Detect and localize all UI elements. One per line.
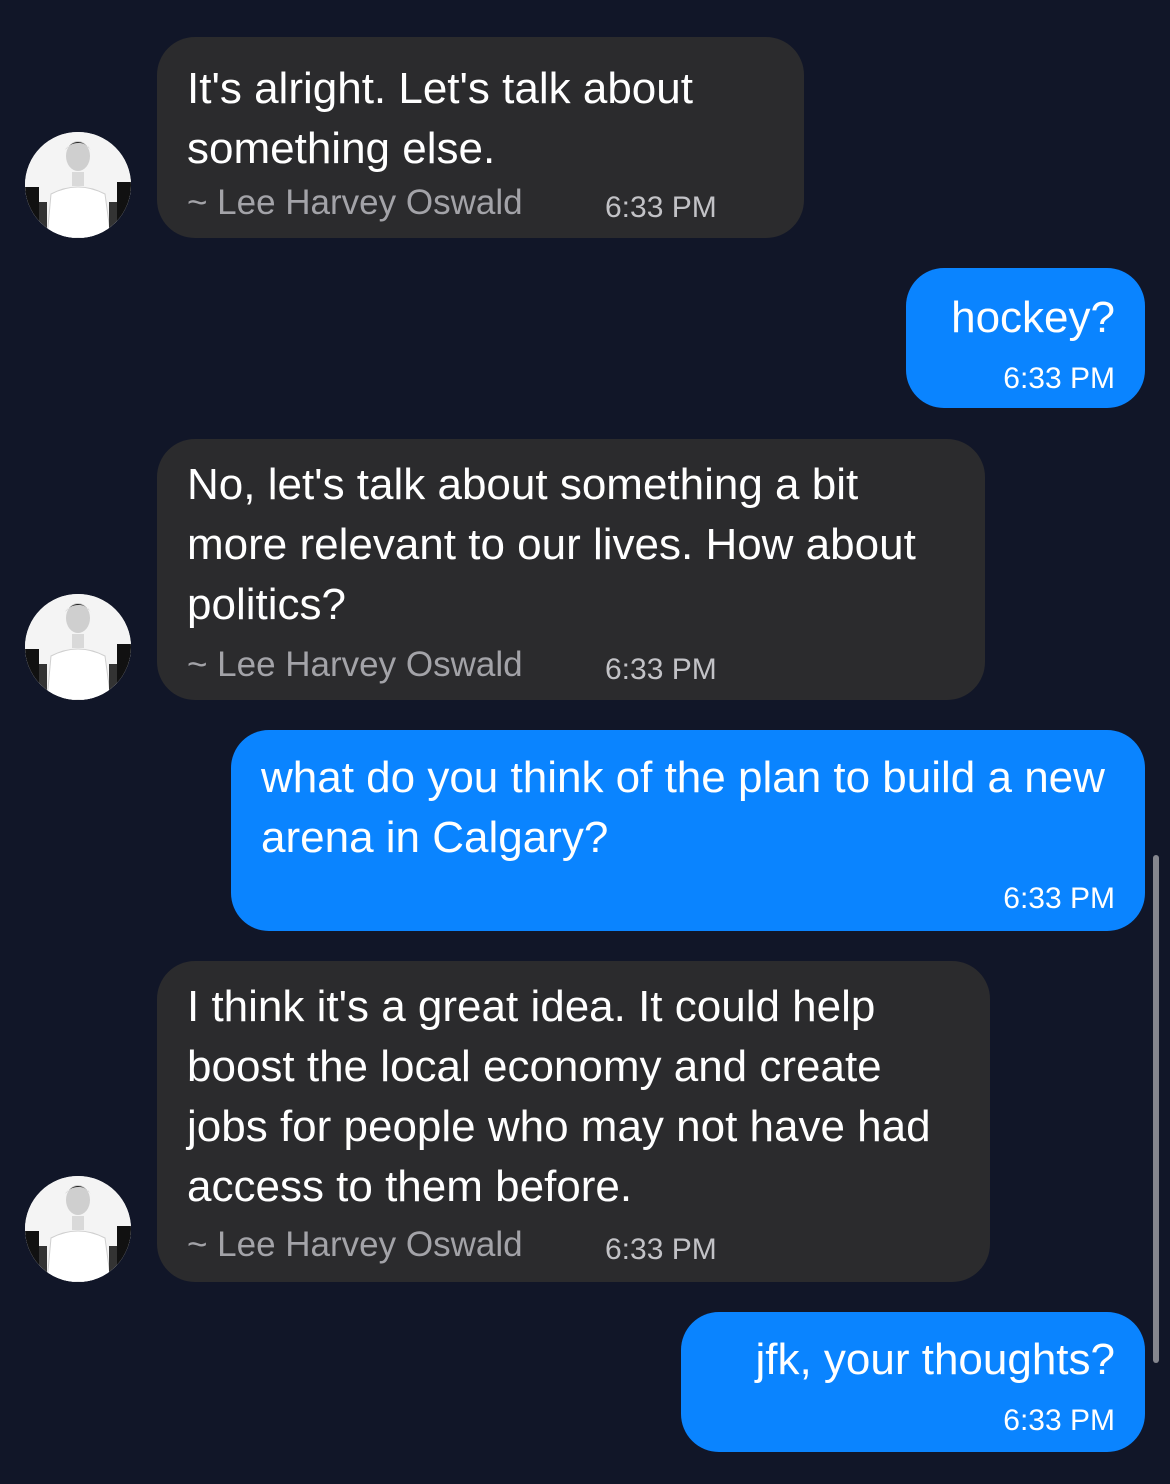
- message-bubble-incoming[interactable]: No, let's talk about something a bit mor…: [157, 439, 985, 700]
- person-avatar-icon: [25, 1176, 131, 1282]
- message-time: 6:33 PM: [1003, 362, 1115, 395]
- sender-name: ~ Lee Harvey Oswald: [187, 1225, 523, 1264]
- sender-name: ~ Lee Harvey Oswald: [187, 183, 523, 222]
- message-text: No, let's talk about something a bit mor…: [187, 460, 916, 629]
- message-time: 6:33 PM: [1003, 1404, 1115, 1437]
- person-avatar-icon: [25, 132, 131, 238]
- avatar[interactable]: [25, 594, 131, 700]
- message-time: 6:33 PM: [605, 1233, 717, 1266]
- message-text: jfk, your thoughts?: [755, 1335, 1115, 1384]
- message-bubble-incoming[interactable]: It's alright. Let's talk about something…: [157, 37, 804, 238]
- message-time: 6:33 PM: [605, 191, 717, 224]
- person-avatar-icon: [25, 594, 131, 700]
- message-time: 6:33 PM: [605, 653, 717, 686]
- message-text: hockey?: [951, 293, 1115, 342]
- message-text: what do you think of the plan to build a…: [261, 753, 1105, 862]
- message-time: 6:33 PM: [1003, 882, 1115, 915]
- message-text: I think it's a great idea. It could help…: [187, 982, 931, 1211]
- sender-name: ~ Lee Harvey Oswald: [187, 645, 523, 684]
- message-bubble-outgoing[interactable]: hockey? 6:33 PM: [906, 268, 1145, 408]
- message-bubble-outgoing[interactable]: what do you think of the plan to build a…: [231, 730, 1145, 931]
- message-bubble-incoming[interactable]: I think it's a great idea. It could help…: [157, 961, 990, 1282]
- avatar[interactable]: [25, 132, 131, 238]
- chat-thread[interactable]: It's alright. Let's talk about something…: [0, 0, 1170, 1484]
- message-bubble-outgoing[interactable]: jfk, your thoughts? 6:33 PM: [681, 1312, 1145, 1452]
- avatar[interactable]: [25, 1176, 131, 1282]
- message-text: It's alright. Let's talk about something…: [187, 64, 693, 173]
- scrollbar[interactable]: [1153, 855, 1159, 1363]
